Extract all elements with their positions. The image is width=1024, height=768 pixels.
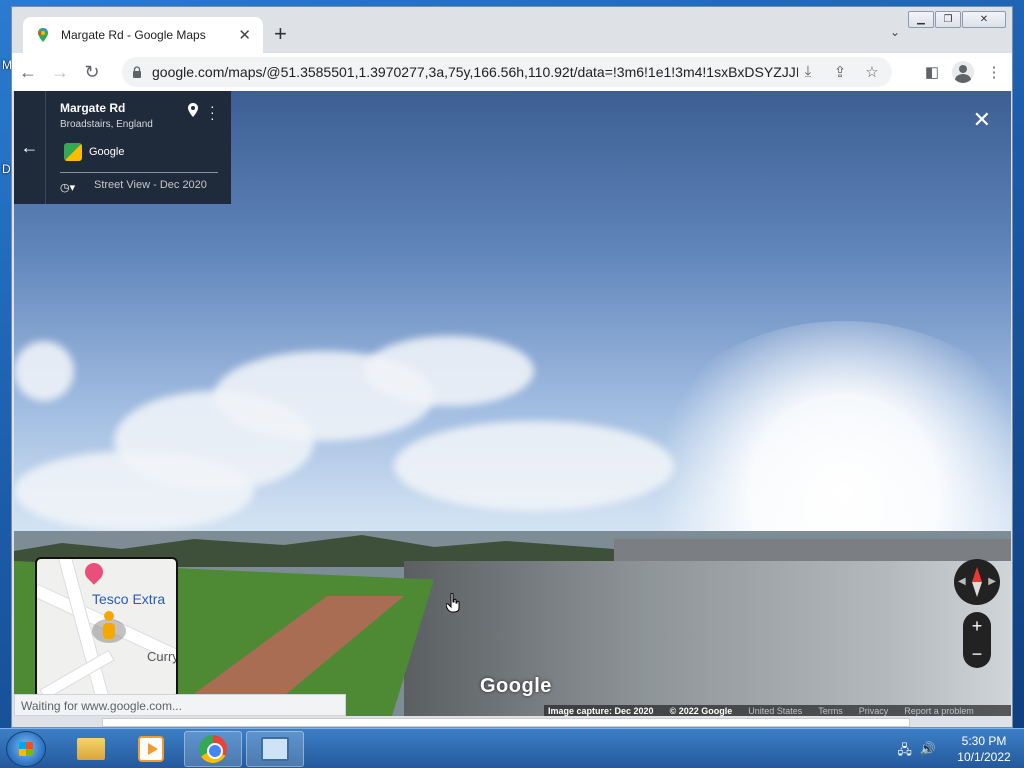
- url-text[interactable]: google.com/maps/@51.3585501,1.3970277,3a…: [152, 64, 798, 80]
- address-bar[interactable]: google.com/maps/@51.3585501,1.3970277,3a…: [122, 57, 892, 87]
- browser-window: ▁ ❐ ✕ Margate Rd - Google Maps ✕ + ⌄ ← →…: [11, 6, 1013, 728]
- network-icon[interactable]: 🖧: [897, 741, 912, 763]
- taskbar-explorer[interactable]: [62, 731, 120, 767]
- copyright: © 2022 Google: [669, 706, 733, 716]
- cloud: [394, 421, 674, 511]
- browser-toolbar: ← → ↻ google.com/maps/@51.3585501,1.3970…: [12, 53, 1012, 91]
- tab-google-maps[interactable]: Margate Rd - Google Maps ✕: [23, 17, 263, 53]
- cloud: [364, 336, 534, 406]
- taskbar-remote-app[interactable]: [246, 731, 304, 767]
- zoom-out-button[interactable]: −: [972, 644, 983, 665]
- mini-map-poi-label: Tesco Extra: [92, 591, 166, 607]
- poi-pin-icon[interactable]: [81, 559, 107, 585]
- back-button[interactable]: ←: [12, 56, 44, 88]
- side-panel-icon[interactable]: ◧: [922, 63, 942, 81]
- terms-link[interactable]: Terms: [818, 706, 843, 716]
- history-clock-icon[interactable]: ◷▾: [60, 181, 75, 194]
- taskbar-media-player[interactable]: [122, 731, 180, 767]
- window-caption-buttons: ▁ ❐ ✕: [908, 11, 1006, 28]
- hand-cursor-icon: [446, 593, 460, 613]
- cloud: [14, 341, 74, 401]
- desktop-icon-label: D: [2, 162, 11, 176]
- place-subtitle: Broadstairs, England: [60, 119, 153, 130]
- report-problem-link[interactable]: Report a problem: [904, 706, 974, 716]
- status-bubble: Waiting for www.google.com...: [14, 694, 346, 716]
- location-info-card: ← Margate Rd Broadstairs, England · · · Go…: [14, 91, 231, 204]
- compass-icon[interactable]: ◀ ▶: [954, 559, 1000, 605]
- attribution-bar: Image capture: Dec 2020 © 2022 Google Un…: [544, 705, 1011, 716]
- tab-search-chevron-icon[interactable]: ⌄: [890, 25, 900, 39]
- mini-map[interactable]: Tesco Extra Curry: [35, 557, 178, 699]
- back-arrow-icon[interactable]: ←: [14, 91, 46, 204]
- more-options-icon[interactable]: · · ·: [210, 99, 216, 125]
- country-link[interactable]: United States: [748, 706, 802, 716]
- horizontal-scrollbar[interactable]: [102, 718, 910, 727]
- taskbar-chrome[interactable]: [184, 731, 242, 767]
- location-pin-icon[interactable]: [188, 103, 198, 117]
- volume-icon[interactable]: 🔊: [920, 741, 936, 763]
- share-icon[interactable]: ⇪: [830, 63, 850, 81]
- google-watermark: Google: [480, 675, 552, 697]
- imagery-provider: Google: [89, 146, 125, 158]
- close-street-view-icon[interactable]: ✕: [973, 107, 991, 133]
- clock[interactable]: 5:30 PM 10/1/2022: [952, 733, 1016, 765]
- menu-kebab-icon[interactable]: ⋮: [984, 63, 1004, 81]
- folder-icon: [77, 738, 105, 760]
- clock-date: 10/1/2022: [957, 750, 1011, 764]
- media-player-icon: [138, 736, 164, 762]
- cloud: [14, 451, 254, 531]
- pegman-icon: [103, 611, 115, 639]
- zoom-control: + −: [963, 612, 991, 668]
- minimize-button[interactable]: ▁: [908, 11, 934, 28]
- lock-icon[interactable]: [132, 66, 142, 78]
- google-maps-logo-icon: [64, 143, 82, 161]
- forward-button[interactable]: →: [44, 56, 76, 88]
- remote-desktop-icon: [261, 737, 289, 761]
- restore-button[interactable]: ❐: [935, 11, 961, 28]
- rotate-right-icon[interactable]: ▶: [988, 576, 996, 587]
- start-button[interactable]: [6, 731, 46, 767]
- image-capture-date: Image capture: Dec 2020: [548, 706, 654, 716]
- taskbar: 🖧 🔊 5:30 PM 10/1/2022: [0, 728, 1024, 768]
- rotate-left-icon[interactable]: ◀: [958, 576, 966, 587]
- maps-favicon-icon: [38, 28, 48, 42]
- clock-time: 5:30 PM: [961, 734, 1007, 748]
- chrome-icon: [199, 735, 227, 763]
- place-title[interactable]: Margate Rd: [60, 101, 125, 115]
- tab-title: Margate Rd - Google Maps: [61, 28, 206, 42]
- bookmark-star-icon[interactable]: ☆: [862, 63, 882, 81]
- privacy-link[interactable]: Privacy: [859, 706, 889, 716]
- street-view-date[interactable]: Street View - Dec 2020: [94, 179, 207, 191]
- mini-map-label: Curry: [147, 649, 178, 664]
- new-tab-button[interactable]: +: [274, 23, 287, 45]
- install-app-icon[interactable]: ⤓: [798, 63, 818, 81]
- divider: [60, 172, 218, 173]
- street-view-panorama[interactable]: ← Margate Rd Broadstairs, England · · · Go…: [14, 91, 1011, 716]
- close-window-button[interactable]: ✕: [962, 11, 1006, 28]
- zoom-in-button[interactable]: +: [972, 616, 983, 637]
- reload-button[interactable]: ↻: [76, 56, 108, 88]
- tab-close-icon[interactable]: ✕: [238, 26, 251, 44]
- profile-avatar[interactable]: [952, 61, 974, 83]
